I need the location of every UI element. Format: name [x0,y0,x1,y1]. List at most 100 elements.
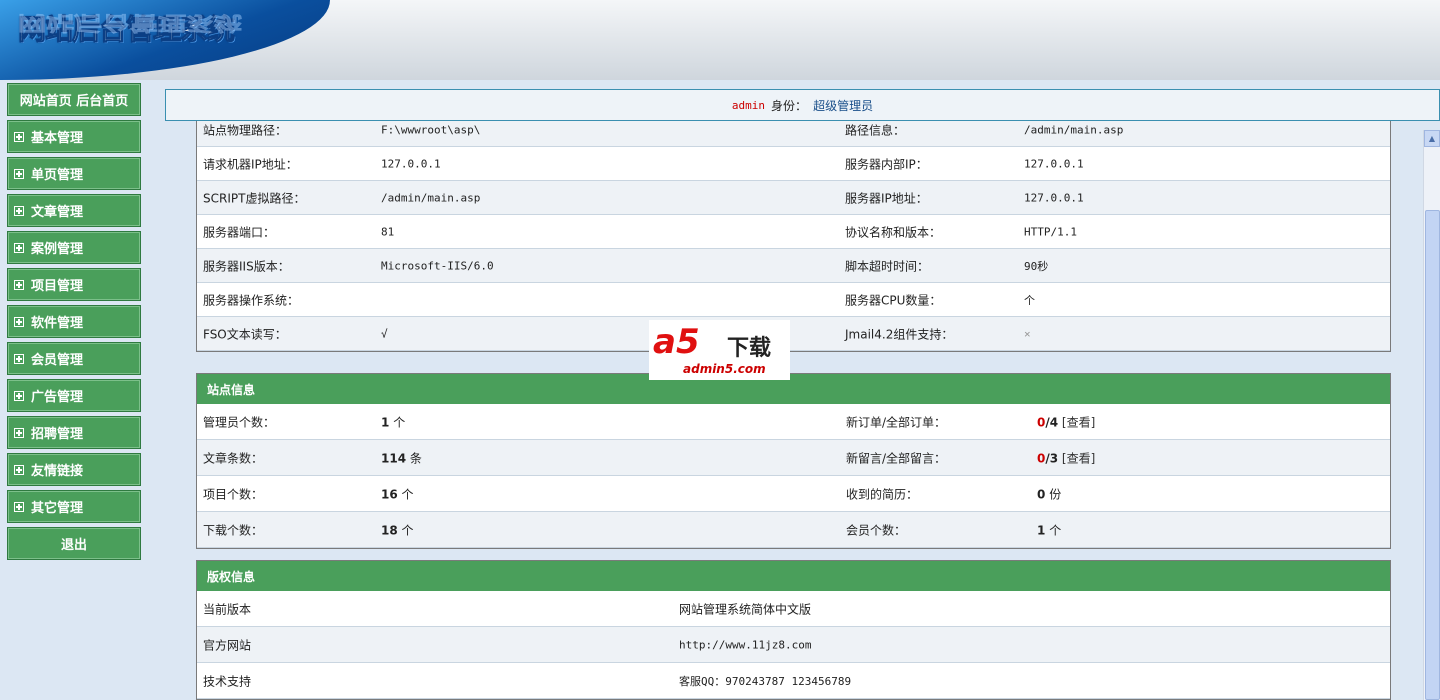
sidebar-item-label: 会员管理 [31,353,84,368]
count-value: 18 [381,523,398,537]
server-info-table: 站点物理路径： F:\wwwroot\asp\ 路径信息： /admin/main.a… [196,121,1391,352]
website-link[interactable]: http://www.11jz8.com [679,638,811,651]
cell-value: 90秒 [1024,259,1049,273]
expand-plus-icon [14,242,24,253]
view-link[interactable]: [查看] [1062,415,1095,429]
table-row: 当前版本 网站管理系统简体中文版 [197,591,1390,627]
sidebar-item[interactable]: 基本管理 [7,120,141,153]
cell-value: 个 [1024,293,1035,307]
table-row: 站点物理路径： F:\wwwroot\asp\ 路径信息： /admin/main.a… [197,121,1390,147]
count-value: 114 [381,451,407,465]
logout-button[interactable]: 退出 [7,527,141,560]
user-info-bar: admin 身份： 超级管理员 [165,89,1440,121]
expand-plus-icon [14,131,24,142]
unit: 个 [401,523,414,537]
site-info-header: 站点信息 [197,374,1390,404]
vertical-scrollbar[interactable]: ▲ [1423,130,1440,700]
watermark-logo: a5 下载 admin5.com [649,320,790,380]
sidebar-item-label: 案例管理 [31,242,84,257]
count-value: 1 [1037,523,1046,537]
cell-value: 127.0.0.1 [381,157,441,170]
cell-label: 文章条数： [203,451,264,465]
cell-label: Jmail4.2组件支持： [845,327,954,341]
expand-plus-icon [14,316,24,327]
cell-value: √ [381,327,388,340]
expand-plus-icon [14,205,24,216]
cell-label: 请求机器IP地址： [203,157,298,171]
cell-value: 0/3 [查看] [1037,449,1095,466]
sidebar-item-label: 项目管理 [31,279,84,294]
header-banner: 网站后台管理系统 网站后台管理系统 [0,0,1440,80]
expand-plus-icon [14,464,24,475]
sidebar-item[interactable]: 项目管理 [7,268,141,301]
unit: 个 [1049,523,1062,537]
cell-value: Microsoft-IIS/6.0 [381,259,494,272]
sidebar-item-label: 文章管理 [31,205,84,220]
sidebar-item-label: 其它管理 [31,501,84,516]
cell-value: 1 个 [381,413,405,430]
cell-label: 当前版本 [203,602,252,616]
cell-label: 服务器内部IP： [845,157,928,171]
cell-value: 127.0.0.1 [1024,157,1084,170]
expand-plus-icon [14,353,24,364]
scrollbar-thumb[interactable] [1425,210,1440,700]
cell-label: FSO文本读写： [203,327,287,341]
cell-value: 0 份 [1037,485,1061,502]
sidebar-item-label: 基本管理 [31,131,84,146]
count-value: 1 [381,415,390,429]
expand-plus-icon [14,390,24,401]
cell-value: 16 个 [381,485,414,502]
table-row: 服务器端口： 81 协议名称和版本： HTTP/1.1 [197,215,1390,249]
sidebar-item[interactable]: 广告管理 [7,379,141,412]
cell-label: 服务器IP地址： [845,191,928,205]
sidebar-item[interactable]: 单页管理 [7,157,141,190]
cell-label: 服务器IIS版本： [203,259,290,273]
username: admin [731,98,766,112]
table-row: 技术支持 客服QQ：970243787 123456789 [197,663,1390,699]
copyright-table: 版权信息 当前版本 网站管理系统简体中文版 官方网站 http://www.11jz8… [196,560,1391,700]
table-row: 服务器操作系统： 服务器CPU数量： 个 [197,283,1390,317]
sidebar-item-label: 软件管理 [31,316,84,331]
cell-label: 技术支持 [203,674,252,688]
cell-label: 新留言/全部留言： [846,451,947,465]
cell-value: 114 条 [381,449,422,466]
sidebar-item[interactable]: 案例管理 [7,231,141,264]
cell-label: 路径信息： [845,123,906,137]
sidebar-item[interactable]: 软件管理 [7,305,141,338]
expand-plus-icon [14,279,24,290]
table-row: 下载个数： 18 个 会员个数： 1 个 [197,512,1390,548]
cell-value: 1 个 [1037,521,1061,538]
table-row: 管理员个数： 1 个 新订单/全部订单： 0/4 [查看] [197,404,1390,440]
cell-label: 服务器端口： [203,225,276,239]
sidebar-item[interactable]: 会员管理 [7,342,141,375]
total-count: /4 [1045,415,1059,429]
user-role: 超级管理员 [813,98,874,113]
view-link[interactable]: [查看] [1062,451,1095,465]
expand-plus-icon [14,168,24,179]
cell-value: 81 [381,225,395,238]
cell-value: 网站管理系统简体中文版 [679,602,812,616]
cell-label: 协议名称和版本： [845,225,942,239]
count-value: 0 [1037,487,1046,501]
sidebar-item-label: 友情链接 [31,464,84,479]
cell-value: 客服QQ：970243787 123456789 [679,674,852,688]
cell-label: SCRIPT虚拟路径： [203,191,306,205]
unit: 份 [1049,487,1062,501]
sidebar-item[interactable]: 文章管理 [7,194,141,227]
sidebar-item[interactable]: 友情链接 [7,453,141,486]
cell-label: 服务器操作系统： [203,293,300,307]
table-row: 官方网站 http://www.11jz8.com [197,627,1390,663]
role-label: 身份： [771,98,808,113]
cell-value: × [1024,327,1031,340]
table-row: FSO文本读写： √ Jmail4.2组件支持： × [197,317,1390,351]
sidebar-home-link[interactable]: 网站首页 后台首页 [7,83,141,116]
cell-value: /admin/main.asp [381,191,481,204]
table-row: SCRIPT虚拟路径： /admin/main.asp 服务器IP地址： 127.0.… [197,181,1390,215]
cell-label: 项目个数： [203,487,264,501]
sidebar-item[interactable]: 招聘管理 [7,416,141,449]
scroll-up-arrow-icon[interactable]: ▲ [1424,130,1440,147]
table-row: 文章条数： 114 条 新留言/全部留言： 0/3 [查看] [197,440,1390,476]
sidebar-item[interactable]: 其它管理 [7,490,141,523]
sidebar-item-label: 广告管理 [31,390,84,405]
cell-label: 站点物理路径： [203,123,288,137]
